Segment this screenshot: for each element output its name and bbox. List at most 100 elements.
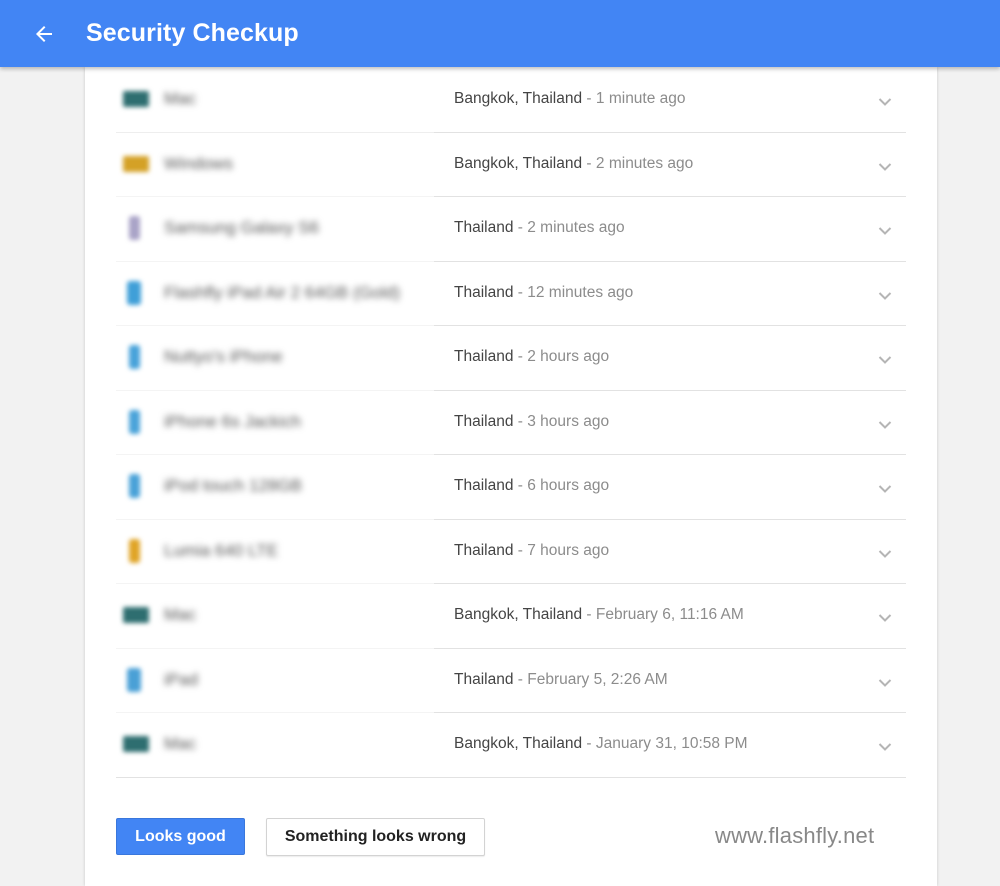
device-list: Mac Bangkok, Thailand - 1 minute ago Windo… [116,67,906,778]
chevron-down-icon[interactable] [878,610,892,623]
device-name: Lumia 640 LTE [164,540,279,560]
location-cell: Thailand - 2 hours ago [434,325,906,391]
device-name: Windows [164,153,233,173]
separator-text: - [513,670,528,688]
something-looks-wrong-button[interactable]: Something looks wrong [266,818,485,856]
device-cell: Mac [116,583,434,649]
device-cell: iPad [116,648,434,713]
location-cell: Thailand - 6 hours ago [434,454,906,520]
device-cell: iPod touch 128GB [116,454,434,520]
chevron-down-icon[interactable] [878,352,892,365]
device-last-active: 2 hours ago [527,348,610,366]
looks-good-button[interactable]: Looks good [116,818,245,855]
arrow-back-icon [36,26,52,42]
device-activity: Thailand - 2 minutes ago [454,219,625,237]
device-activity: Bangkok, Thailand - February 6, 11:16 AM [454,606,744,624]
chevron-down-icon[interactable] [878,94,892,107]
separator-text: - [513,219,528,237]
device-activity: Thailand - 7 hours ago [454,542,609,560]
device-activity: Thailand - 2 hours ago [454,348,609,366]
device-location: Thailand [454,477,514,495]
separator-text: - [582,735,596,753]
device-last-active: January 31, 10:58 PM [595,735,748,753]
device-name: Samsung Galaxy S6 [164,218,319,238]
device-activity: Thailand - 12 minutes ago [454,284,633,302]
phone-icon [129,474,140,499]
device-location: Thailand [454,670,514,688]
location-cell: Bangkok, Thailand - 2 minutes ago [434,132,906,197]
device-cell: Samsung Galaxy S6 [116,196,434,262]
tablet-icon [127,280,141,305]
device-activity: Bangkok, Thailand - 2 minutes ago [454,155,693,173]
device-last-active: 3 hours ago [527,412,610,430]
device-row[interactable]: Windows Bangkok, Thailand - 2 minutes ago [116,132,906,197]
device-name: iPod touch 128GB [164,476,302,496]
device-row[interactable]: iPad Thailand - February 5, 2:26 AM [116,648,906,713]
device-last-active: 1 minute ago [595,90,686,108]
device-location: Thailand [454,219,514,237]
laptop-icon [123,736,149,753]
device-location: Bangkok, Thailand [454,90,583,108]
back-button[interactable] [24,14,64,54]
separator-text: - [582,90,596,108]
chevron-down-icon[interactable] [878,159,892,171]
location-cell: Thailand - 2 minutes ago [434,196,906,262]
location-cell: Thailand - 7 hours ago [434,519,906,584]
laptop-icon [123,607,149,624]
device-location: Bangkok, Thailand [454,606,583,624]
device-name: iPad [164,669,199,689]
page-title: Security Checkup [86,19,299,47]
device-row[interactable]: Flashfly iPad Air 2 64GB (Gold) Thailand … [116,261,906,326]
device-location: Thailand [454,348,514,366]
device-location: Thailand [454,412,514,430]
device-row[interactable]: Nuttyo's iPhone Thailand - 2 hours ago [116,325,906,391]
phone-icon [129,216,140,241]
device-cell: Mac [116,67,434,133]
device-row[interactable]: Mac Bangkok, Thailand - February 6, 11:16… [116,583,906,649]
device-row[interactable]: Lumia 640 LTE Thailand - 7 hours ago [116,519,906,584]
device-row[interactable]: iPod touch 128GB Thailand - 6 hours ago [116,454,906,520]
device-row[interactable]: iPhone 6s Jackich Thailand - 3 hours ago [116,390,906,455]
phone-icon [129,538,140,563]
device-activity: Bangkok, Thailand - 1 minute ago [454,90,686,108]
device-last-active: February 5, 2:26 AM [527,670,668,688]
location-cell: Bangkok, Thailand - February 6, 11:16 AM [434,583,906,649]
device-name: iPhone 6s Jackich [164,411,302,431]
app-bar: Security Checkup [0,0,1000,67]
chevron-down-icon[interactable] [878,675,892,687]
separator-text: - [513,412,528,430]
device-cell: Windows [116,132,434,197]
device-cell: iPhone 6s Jackich [116,390,434,455]
chevron-down-icon[interactable] [878,739,892,752]
device-last-active: 2 minutes ago [527,219,625,237]
separator-text: - [513,348,528,366]
separator-text: - [582,606,596,624]
chevron-down-icon[interactable] [878,288,892,300]
chevron-down-icon[interactable] [878,417,892,429]
chevron-down-icon[interactable] [878,223,892,236]
separator-text: - [513,477,528,495]
device-name: Mac [164,734,197,754]
separator-text: - [582,154,596,172]
device-row[interactable]: Mac Bangkok, Thailand - January 31, 10:58… [116,712,906,778]
devices-card: Mac Bangkok, Thailand - 1 minute ago Windo… [85,67,937,886]
device-location: Bangkok, Thailand [454,735,583,753]
device-last-active: February 6, 11:16 AM [595,606,744,624]
location-cell: Thailand - 12 minutes ago [434,261,906,326]
separator-text: - [513,541,528,559]
device-row[interactable]: Samsung Galaxy S6 Thailand - 2 minutes ag… [116,196,906,262]
location-cell: Thailand - February 5, 2:26 AM [434,648,906,713]
device-activity: Thailand - 3 hours ago [454,413,609,431]
phone-icon [129,345,140,370]
device-cell: Nuttyo's iPhone [116,325,434,391]
device-row[interactable]: Mac Bangkok, Thailand - 1 minute ago [116,67,906,133]
chevron-down-icon[interactable] [878,481,892,494]
watermark-text: www.flashfly.net [715,823,875,848]
location-cell: Bangkok, Thailand - January 31, 10:58 PM [434,712,906,778]
device-name: Mac [164,89,197,109]
device-name: Mac [164,605,197,625]
chevron-down-icon[interactable] [878,546,892,558]
laptop-icon [123,155,149,172]
device-name: Nuttyo's iPhone [164,347,283,367]
location-cell: Thailand - 3 hours ago [434,390,906,455]
